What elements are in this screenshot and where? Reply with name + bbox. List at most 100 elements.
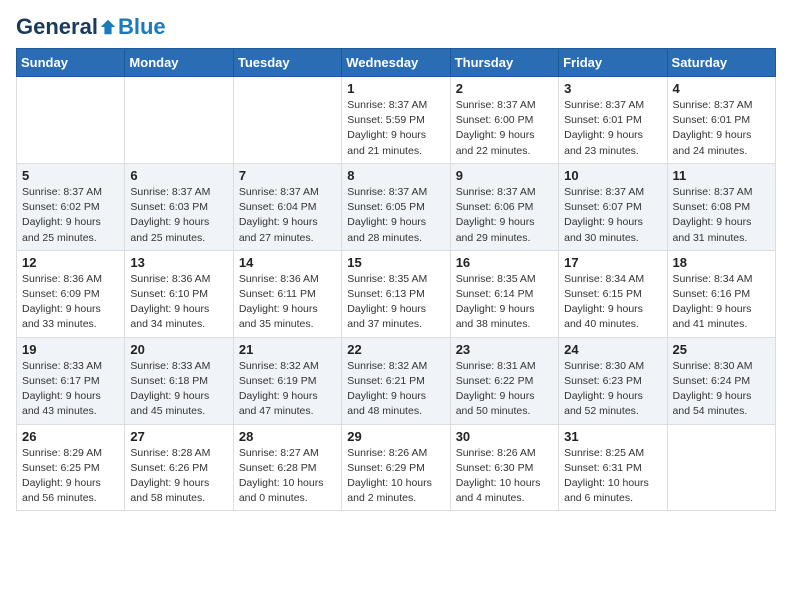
- day-number: 14: [239, 255, 336, 270]
- day-info: Sunrise: 8:36 AM Sunset: 6:11 PM Dayligh…: [239, 272, 336, 333]
- weekday-header-wednesday: Wednesday: [342, 49, 450, 77]
- day-number: 30: [456, 429, 553, 444]
- day-number: 4: [673, 81, 770, 96]
- day-info: Sunrise: 8:36 AM Sunset: 6:10 PM Dayligh…: [130, 272, 227, 333]
- calendar-week-row: 12 Sunrise: 8:36 AM Sunset: 6:09 PM Dayli…: [17, 250, 776, 337]
- day-number: 26: [22, 429, 119, 444]
- calendar-cell: 6 Sunrise: 8:37 AM Sunset: 6:03 PM Daylig…: [125, 163, 233, 250]
- day-number: 25: [673, 342, 770, 357]
- day-number: 13: [130, 255, 227, 270]
- day-number: 21: [239, 342, 336, 357]
- logo-blue: Blue: [118, 16, 166, 38]
- calendar-cell: 11 Sunrise: 8:37 AM Sunset: 6:08 PM Dayli…: [667, 163, 775, 250]
- logo-general: General: [16, 16, 98, 38]
- calendar-cell: [17, 77, 125, 164]
- day-info: Sunrise: 8:37 AM Sunset: 6:01 PM Dayligh…: [564, 98, 661, 159]
- weekday-header-tuesday: Tuesday: [233, 49, 341, 77]
- weekday-header-thursday: Thursday: [450, 49, 558, 77]
- page-header: General Blue: [16, 16, 776, 38]
- day-info: Sunrise: 8:30 AM Sunset: 6:24 PM Dayligh…: [673, 359, 770, 420]
- day-number: 15: [347, 255, 444, 270]
- calendar-cell: 31 Sunrise: 8:25 AM Sunset: 6:31 PM Dayli…: [559, 424, 667, 511]
- day-info: Sunrise: 8:37 AM Sunset: 6:06 PM Dayligh…: [456, 185, 553, 246]
- calendar-cell: 15 Sunrise: 8:35 AM Sunset: 6:13 PM Dayli…: [342, 250, 450, 337]
- calendar-cell: 18Sunrise: 8:34 AM Sunset: 6:16 PM Dayli…: [667, 250, 775, 337]
- day-info: Sunrise: 8:37 AM Sunset: 6:01 PM Dayligh…: [673, 98, 770, 159]
- day-number: 7: [239, 168, 336, 183]
- calendar-cell: 5Sunrise: 8:37 AM Sunset: 6:02 PM Daylig…: [17, 163, 125, 250]
- day-number: 6: [130, 168, 227, 183]
- calendar-cell: 29 Sunrise: 8:26 AM Sunset: 6:29 PM Dayli…: [342, 424, 450, 511]
- calendar-cell: [125, 77, 233, 164]
- calendar-cell: 10 Sunrise: 8:37 AM Sunset: 6:07 PM Dayli…: [559, 163, 667, 250]
- calendar-cell: 8Sunrise: 8:37 AM Sunset: 6:05 PM Daylig…: [342, 163, 450, 250]
- day-number: 2: [456, 81, 553, 96]
- day-number: 29: [347, 429, 444, 444]
- day-number: 22: [347, 342, 444, 357]
- calendar-week-row: 1 Sunrise: 8:37 AM Sunset: 5:59 PM Daylig…: [17, 77, 776, 164]
- calendar-cell: 16Sunrise: 8:35 AM Sunset: 6:14 PM Dayli…: [450, 250, 558, 337]
- day-number: 9: [456, 168, 553, 183]
- day-number: 3: [564, 81, 661, 96]
- day-info: Sunrise: 8:25 AM Sunset: 6:31 PM Dayligh…: [564, 446, 661, 507]
- calendar-cell: 12 Sunrise: 8:36 AM Sunset: 6:09 PM Dayli…: [17, 250, 125, 337]
- calendar: SundayMondayTuesdayWednesdayThursdayFrid…: [16, 48, 776, 511]
- calendar-cell: 9 Sunrise: 8:37 AM Sunset: 6:06 PM Daylig…: [450, 163, 558, 250]
- day-info: Sunrise: 8:37 AM Sunset: 6:03 PM Dayligh…: [130, 185, 227, 246]
- day-info: Sunrise: 8:37 AM Sunset: 6:08 PM Dayligh…: [673, 185, 770, 246]
- day-info: Sunrise: 8:33 AM Sunset: 6:18 PM Dayligh…: [130, 359, 227, 420]
- logo: General Blue: [16, 16, 166, 38]
- day-info: Sunrise: 8:27 AM Sunset: 6:28 PM Dayligh…: [239, 446, 336, 507]
- day-number: 12: [22, 255, 119, 270]
- day-number: 28: [239, 429, 336, 444]
- day-number: 5: [22, 168, 119, 183]
- calendar-cell: 22 Sunrise: 8:32 AM Sunset: 6:21 PM Dayli…: [342, 337, 450, 424]
- logo-text: General Blue: [16, 16, 166, 38]
- weekday-header-monday: Monday: [125, 49, 233, 77]
- calendar-week-row: 19Sunrise: 8:33 AM Sunset: 6:17 PM Dayli…: [17, 337, 776, 424]
- day-info: Sunrise: 8:31 AM Sunset: 6:22 PM Dayligh…: [456, 359, 553, 420]
- day-info: Sunrise: 8:35 AM Sunset: 6:14 PM Dayligh…: [456, 272, 553, 333]
- day-number: 17: [564, 255, 661, 270]
- weekday-header-friday: Friday: [559, 49, 667, 77]
- calendar-cell: 26 Sunrise: 8:29 AM Sunset: 6:25 PM Dayli…: [17, 424, 125, 511]
- calendar-cell: [667, 424, 775, 511]
- day-number: 20: [130, 342, 227, 357]
- day-info: Sunrise: 8:34 AM Sunset: 6:16 PM Dayligh…: [673, 272, 770, 333]
- day-info: Sunrise: 8:37 AM Sunset: 5:59 PM Dayligh…: [347, 98, 444, 159]
- day-number: 31: [564, 429, 661, 444]
- day-number: 27: [130, 429, 227, 444]
- day-number: 10: [564, 168, 661, 183]
- day-number: 11: [673, 168, 770, 183]
- day-info: Sunrise: 8:30 AM Sunset: 6:23 PM Dayligh…: [564, 359, 661, 420]
- day-info: Sunrise: 8:36 AM Sunset: 6:09 PM Dayligh…: [22, 272, 119, 333]
- calendar-cell: 24Sunrise: 8:30 AM Sunset: 6:23 PM Dayli…: [559, 337, 667, 424]
- calendar-cell: 17Sunrise: 8:34 AM Sunset: 6:15 PM Dayli…: [559, 250, 667, 337]
- calendar-cell: 21 Sunrise: 8:32 AM Sunset: 6:19 PM Dayli…: [233, 337, 341, 424]
- day-info: Sunrise: 8:32 AM Sunset: 6:19 PM Dayligh…: [239, 359, 336, 420]
- calendar-cell: 28 Sunrise: 8:27 AM Sunset: 6:28 PM Dayli…: [233, 424, 341, 511]
- calendar-cell: 20 Sunrise: 8:33 AM Sunset: 6:18 PM Dayli…: [125, 337, 233, 424]
- calendar-cell: 7 Sunrise: 8:37 AM Sunset: 6:04 PM Daylig…: [233, 163, 341, 250]
- calendar-cell: 2 Sunrise: 8:37 AM Sunset: 6:00 PM Daylig…: [450, 77, 558, 164]
- calendar-week-row: 26 Sunrise: 8:29 AM Sunset: 6:25 PM Dayli…: [17, 424, 776, 511]
- day-info: Sunrise: 8:37 AM Sunset: 6:00 PM Dayligh…: [456, 98, 553, 159]
- logo-icon: [99, 18, 117, 36]
- weekday-header-sunday: Sunday: [17, 49, 125, 77]
- weekday-header-row: SundayMondayTuesdayWednesdayThursdayFrid…: [17, 49, 776, 77]
- day-info: Sunrise: 8:35 AM Sunset: 6:13 PM Dayligh…: [347, 272, 444, 333]
- calendar-week-row: 5Sunrise: 8:37 AM Sunset: 6:02 PM Daylig…: [17, 163, 776, 250]
- day-info: Sunrise: 8:37 AM Sunset: 6:04 PM Dayligh…: [239, 185, 336, 246]
- day-number: 23: [456, 342, 553, 357]
- day-info: Sunrise: 8:26 AM Sunset: 6:29 PM Dayligh…: [347, 446, 444, 507]
- calendar-cell: 14 Sunrise: 8:36 AM Sunset: 6:11 PM Dayli…: [233, 250, 341, 337]
- day-number: 19: [22, 342, 119, 357]
- day-number: 1: [347, 81, 444, 96]
- day-info: Sunrise: 8:29 AM Sunset: 6:25 PM Dayligh…: [22, 446, 119, 507]
- calendar-cell: 23 Sunrise: 8:31 AM Sunset: 6:22 PM Dayli…: [450, 337, 558, 424]
- calendar-cell: 1 Sunrise: 8:37 AM Sunset: 5:59 PM Daylig…: [342, 77, 450, 164]
- day-info: Sunrise: 8:32 AM Sunset: 6:21 PM Dayligh…: [347, 359, 444, 420]
- calendar-cell: 27Sunrise: 8:28 AM Sunset: 6:26 PM Dayli…: [125, 424, 233, 511]
- calendar-cell: 25 Sunrise: 8:30 AM Sunset: 6:24 PM Dayli…: [667, 337, 775, 424]
- day-info: Sunrise: 8:37 AM Sunset: 6:07 PM Dayligh…: [564, 185, 661, 246]
